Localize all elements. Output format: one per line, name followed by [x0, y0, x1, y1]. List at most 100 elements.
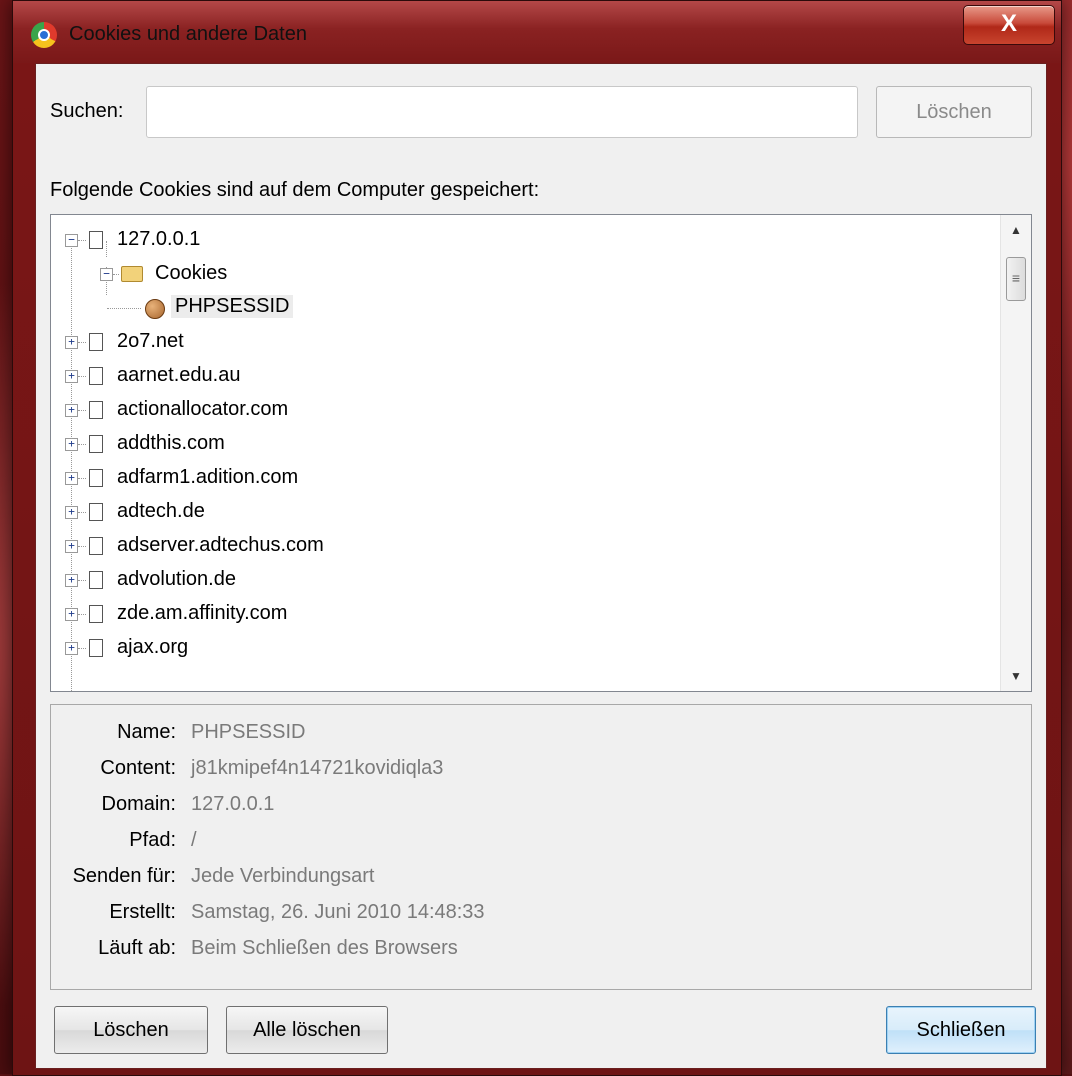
tree-item-label: 127.0.0.1	[117, 228, 201, 250]
tree-connector	[78, 648, 86, 649]
tree-item-label: Cookies	[155, 262, 228, 284]
tree-connector	[78, 546, 86, 547]
detail-value: Beim Schließen des Browsers	[191, 937, 458, 959]
expand-toggle-icon[interactable]: +	[65, 506, 78, 519]
expand-toggle-icon[interactable]: +	[65, 370, 78, 383]
tree-item-site[interactable]: + aarnet.edu.au	[51, 359, 991, 393]
detail-row: Name: PHPSESSID	[51, 721, 1031, 755]
page-icon	[89, 333, 103, 351]
cookies-list-caption: Folgende Cookies sind auf dem Computer g…	[50, 179, 540, 201]
detail-value: /	[191, 829, 197, 851]
search-clear-button[interactable]: Löschen	[876, 86, 1032, 138]
detail-key: Erstellt:	[109, 901, 176, 923]
page-icon	[89, 401, 103, 419]
detail-row: Pfad: /	[51, 829, 1031, 863]
tree-item-site[interactable]: + adtech.de	[51, 495, 991, 529]
detail-row: Erstellt: Samstag, 26. Juni 2010 14:48:33	[51, 901, 1031, 935]
page-icon	[89, 503, 103, 521]
tree-guide-line	[106, 241, 107, 257]
expand-toggle-icon[interactable]: +	[65, 404, 78, 417]
expand-toggle-icon[interactable]: +	[65, 336, 78, 349]
detail-key: Läuft ab:	[98, 937, 176, 959]
tree-item-site[interactable]: + addthis.com	[51, 427, 991, 461]
tree-item-label: adserver.adtechus.com	[117, 534, 324, 556]
tree-item-site[interactable]: +2o7.net	[51, 325, 991, 359]
collapse-toggle-icon[interactable]: −	[100, 268, 113, 281]
detail-key: Name:	[117, 721, 176, 743]
page-icon	[89, 435, 103, 453]
collapse-toggle-icon[interactable]: −	[65, 234, 78, 247]
tree-connector	[78, 444, 86, 445]
tree-item-cookies-folder[interactable]: − Cookies	[51, 257, 991, 291]
expand-toggle-icon[interactable]: +	[65, 438, 78, 451]
detail-value: j81kmipef4n14721kovidiqla3	[191, 757, 444, 779]
tree-connector	[78, 240, 86, 241]
expand-toggle-icon[interactable]: +	[65, 540, 78, 553]
page-icon	[89, 537, 103, 555]
detail-row: Läuft ab: Beim Schließen des Browsers	[51, 937, 1031, 971]
window-title: Cookies und andere Daten	[69, 23, 307, 45]
delete-button[interactable]: Löschen	[54, 1006, 208, 1054]
tree-item-site[interactable]: + zde.am.affinity.com	[51, 597, 991, 631]
vertical-scrollbar[interactable]: ▲ ≡ ▼	[1000, 215, 1031, 691]
tree-item-label: zde.am.affinity.com	[117, 602, 288, 624]
tree-connector	[78, 376, 86, 377]
delete-all-button[interactable]: Alle löschen	[226, 1006, 388, 1054]
scroll-up-icon[interactable]: ▲	[1001, 215, 1031, 245]
detail-key: Pfad:	[129, 829, 176, 851]
tree-connector	[78, 342, 86, 343]
detail-key: Content:	[100, 757, 176, 779]
page-icon	[89, 639, 103, 657]
expand-toggle-icon[interactable]: +	[65, 472, 78, 485]
tree-item-cookie-phpsessid[interactable]: PHPSESSID	[51, 291, 991, 325]
page-icon	[89, 231, 103, 249]
tree-connector	[107, 308, 141, 309]
tree-item-site[interactable]: + ajax.org	[51, 631, 991, 665]
search-input[interactable]	[146, 86, 858, 138]
folder-icon	[121, 266, 143, 282]
tree-item-site[interactable]: + advolution.de	[51, 563, 991, 597]
tree-item-site[interactable]: + adfarm1.adition.com	[51, 461, 991, 495]
detail-key: Senden für:	[72, 865, 176, 887]
scroll-down-icon[interactable]: ▼	[1001, 661, 1031, 691]
tree-connector	[78, 580, 86, 581]
tree-item-root[interactable]: − 127.0.0.1	[51, 223, 991, 257]
tree-item-label: addthis.com	[117, 432, 225, 454]
tree-connector	[78, 614, 86, 615]
tree-connector	[113, 274, 119, 275]
cookies-dialog: Cookies und andere Daten X Suchen: Lösch…	[12, 0, 1062, 1076]
cookie-icon	[145, 299, 165, 319]
tree-item-label: PHPSESSID	[171, 295, 294, 318]
tree-item-label: ajax.org	[117, 636, 189, 658]
title-bar[interactable]: Cookies und andere Daten X	[13, 1, 1061, 63]
close-window-button[interactable]: X	[963, 5, 1055, 45]
tree-connector	[78, 512, 86, 513]
detail-value: PHPSESSID	[191, 721, 306, 743]
expand-toggle-icon[interactable]: +	[65, 642, 78, 655]
close-button[interactable]: Schließen	[886, 1006, 1036, 1054]
expand-toggle-icon[interactable]: +	[65, 608, 78, 621]
search-label: Suchen:	[50, 100, 124, 122]
cookies-tree[interactable]: − 127.0.0.1 − Cookies PHPSESSID +2o7.net…	[50, 214, 1032, 692]
cookie-details-panel: Name: PHPSESSID Content: j81kmipef4n14721ko…	[50, 704, 1032, 990]
detail-value: 127.0.0.1	[191, 793, 275, 815]
expand-toggle-icon[interactable]: +	[65, 574, 78, 587]
detail-row: Content: j81kmipef4n14721kovidiqla3	[51, 757, 1031, 791]
tree-connector	[78, 478, 86, 479]
chrome-icon	[31, 22, 57, 48]
tree-connector	[78, 410, 86, 411]
detail-value: Samstag, 26. Juni 2010 14:48:33	[191, 901, 485, 923]
page-icon	[89, 367, 103, 385]
detail-value: Jede Verbindungsart	[191, 865, 375, 887]
tree-item-label: aarnet.edu.au	[117, 364, 241, 386]
detail-row: Senden für: Jede Verbindungsart	[51, 865, 1031, 899]
page-icon	[89, 571, 103, 589]
tree-item-site[interactable]: + actionallocator.com	[51, 393, 991, 427]
detail-key: Domain:	[101, 793, 176, 815]
tree-item-label: adfarm1.adition.com	[117, 466, 299, 488]
page-icon	[89, 469, 103, 487]
dialog-content: Suchen: Löschen Folgende Cookies sind au…	[35, 63, 1047, 1069]
scrollbar-thumb[interactable]: ≡	[1006, 257, 1026, 301]
tree-item-label: advolution.de	[117, 568, 236, 590]
tree-item-site[interactable]: + adserver.adtechus.com	[51, 529, 991, 563]
